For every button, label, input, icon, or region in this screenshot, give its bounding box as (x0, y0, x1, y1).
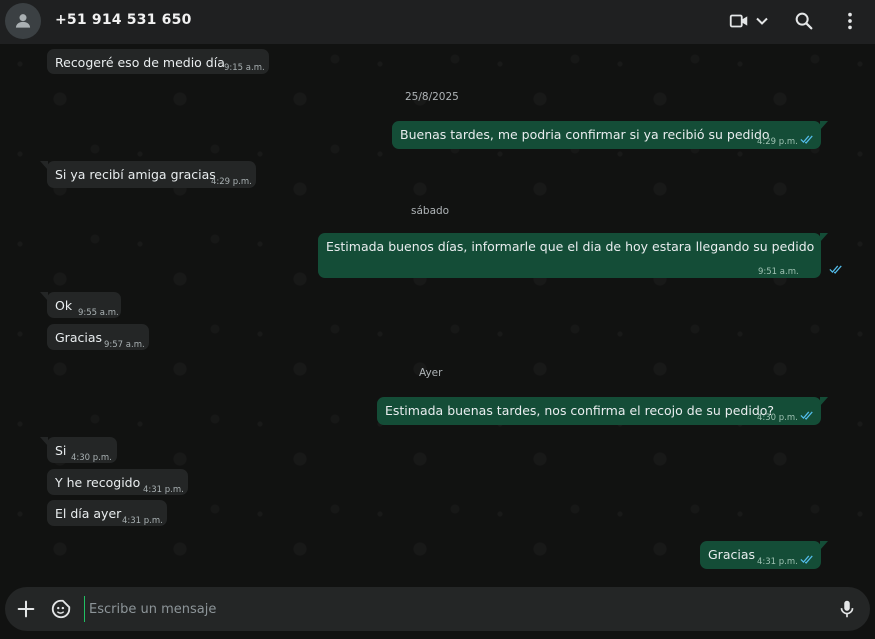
chevron-down-icon (756, 17, 768, 25)
message-incoming[interactable]: El día ayer 4:31 p.m. (47, 500, 167, 526)
composer-bar (0, 585, 875, 639)
menu-dots-icon (848, 12, 852, 30)
composer (5, 587, 870, 631)
message-text: Gracias (708, 547, 756, 562)
contact-name[interactable]: +51 914 531 650 (55, 12, 192, 28)
message-text: Buenas tardes, me podria confirmar si ya… (400, 127, 770, 142)
read-ticks-icon (829, 265, 842, 274)
message-text: Estimada buenas tardes, nos confirma el … (385, 403, 775, 418)
message-time: 4:30 p.m. (71, 453, 112, 463)
menu-button[interactable] (839, 10, 861, 32)
message-text: Ok (55, 298, 73, 313)
microphone-icon (840, 600, 854, 618)
message-text: El día ayer (55, 506, 122, 521)
search-icon (795, 12, 813, 30)
message-text: Y he recogido (55, 475, 141, 490)
date-separator: sábado (411, 205, 450, 217)
message-outgoing[interactable]: Gracias 4:31 p.m. (700, 541, 828, 569)
message-time: 4:31 p.m. (757, 557, 798, 567)
message-outgoing[interactable]: Buenas tardes, me podria confirmar si ya… (392, 121, 828, 149)
message-input[interactable] (84, 596, 824, 622)
date-separator: 25/8/2025 (405, 91, 459, 103)
message-time: 4:30 p.m. (757, 413, 798, 423)
chat-area[interactable]: Recogeré eso de medio día 9:15 a.m. 25/8… (0, 44, 875, 585)
sticker-button[interactable] (50, 598, 72, 620)
message-incoming[interactable]: Gracias 9:57 a.m. (47, 324, 149, 350)
message-text: Si ya recibí amiga gracias (55, 167, 216, 182)
sticker-icon (51, 599, 71, 619)
message-text: Gracias (55, 330, 103, 345)
message-time: 9:55 a.m. (78, 308, 119, 318)
message-incoming[interactable]: Si ya recibí amiga gracias 4:29 p.m. (40, 161, 256, 188)
read-ticks-icon (800, 411, 813, 420)
message-text: Si (55, 443, 67, 458)
message-time: 4:31 p.m. (143, 485, 184, 495)
read-ticks-icon (800, 555, 813, 564)
message-outgoing[interactable]: Estimada buenas tardes, nos confirma el … (377, 397, 828, 425)
message-incoming[interactable]: Ok 9:55 a.m. (40, 292, 121, 318)
read-ticks-icon (800, 135, 813, 144)
message-time: 9:15 a.m. (224, 63, 265, 73)
message-time: 4:31 p.m. (122, 516, 163, 526)
video-call-icon (729, 14, 748, 28)
video-call-button[interactable] (728, 10, 750, 32)
video-call-dropdown[interactable] (754, 13, 770, 29)
message-time: 9:51 a.m. (758, 267, 799, 277)
message-text: Estimada buenos días, informarle que el … (326, 239, 815, 254)
message-time: 4:29 p.m. (757, 137, 798, 147)
message-incoming[interactable]: Recogeré eso de medio día 9:15 a.m. (47, 49, 269, 74)
search-button[interactable] (793, 10, 815, 32)
plus-icon (17, 600, 35, 618)
attach-button[interactable] (15, 598, 37, 620)
message-outgoing[interactable]: Estimada buenos días, informarle que el … (318, 233, 842, 278)
date-separator: Ayer (419, 367, 443, 379)
message-time: 4:29 p.m. (211, 177, 252, 187)
chat-header: +51 914 531 650 (0, 0, 875, 44)
voice-message-button[interactable] (836, 598, 858, 620)
avatar-icon (15, 14, 31, 28)
message-incoming[interactable]: Y he recogido 4:31 p.m. (47, 469, 188, 495)
message-text: Recogeré eso de medio día (55, 55, 225, 70)
message-time: 9:57 a.m. (104, 340, 145, 350)
message-incoming[interactable]: Si 4:30 p.m. (40, 437, 117, 463)
avatar[interactable] (5, 3, 41, 39)
